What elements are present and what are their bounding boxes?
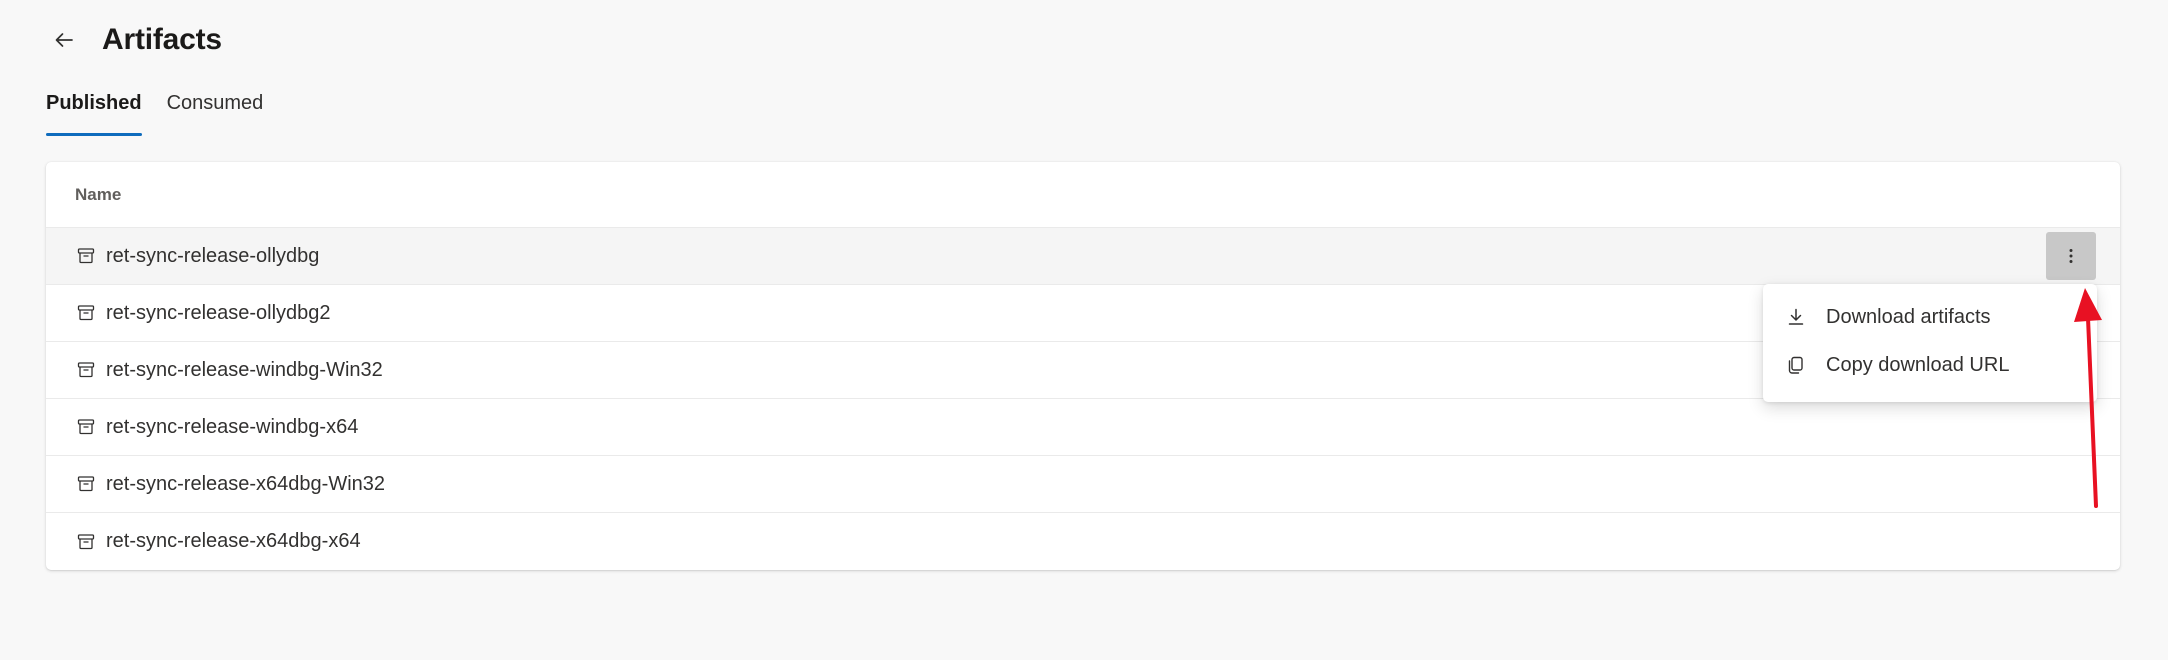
table-row[interactable]: ret-sync-release-x64dbg-Win32: [46, 456, 2120, 513]
artifact-box-icon: [76, 360, 96, 380]
artifact-name[interactable]: ret-sync-release-x64dbg-Win32: [106, 473, 385, 496]
tab-bar: Published Consumed: [46, 88, 288, 140]
artifact-box-icon: [76, 474, 96, 494]
artifact-name[interactable]: ret-sync-release-ollydbg: [106, 245, 319, 268]
tab-consumed[interactable]: Consumed: [167, 88, 264, 136]
table-row[interactable]: ret-sync-release-x64dbg-x64: [46, 513, 2120, 570]
page-header: Artifacts: [46, 14, 222, 66]
artifact-box-icon: [76, 303, 96, 323]
column-header-name[interactable]: Name: [46, 162, 2120, 228]
menu-item-label: Copy download URL: [1826, 353, 2010, 376]
download-icon: [1785, 306, 1807, 328]
artifact-box-icon: [76, 417, 96, 437]
page-title: Artifacts: [102, 23, 222, 56]
more-vertical-icon: [2069, 249, 2073, 263]
artifact-name[interactable]: ret-sync-release-ollydbg2: [106, 302, 331, 325]
menu-item-copy-download-url[interactable]: Copy download URL: [1763, 341, 2097, 389]
artifact-box-icon: [76, 532, 96, 552]
copy-icon: [1785, 354, 1807, 376]
arrow-left-icon: [55, 33, 73, 47]
table-row[interactable]: ret-sync-release-ollydbg: [46, 228, 2120, 285]
artifacts-page: Artifacts Published Consumed Name ret-sy…: [0, 0, 2168, 660]
more-actions-button[interactable]: [2046, 232, 2096, 280]
artifact-box-icon: [76, 246, 96, 266]
artifact-name[interactable]: ret-sync-release-x64dbg-x64: [106, 530, 361, 553]
artifact-name[interactable]: ret-sync-release-windbg-x64: [106, 416, 358, 439]
menu-item-download-artifacts[interactable]: Download artifacts: [1763, 293, 2097, 341]
back-button[interactable]: [46, 22, 82, 58]
menu-item-label: Download artifacts: [1826, 305, 1991, 328]
tab-published[interactable]: Published: [46, 88, 142, 136]
table-row[interactable]: ret-sync-release-windbg-x64: [46, 399, 2120, 456]
artifact-name[interactable]: ret-sync-release-windbg-Win32: [106, 359, 383, 382]
context-menu: Download artifacts Copy download URL: [1763, 284, 2097, 402]
